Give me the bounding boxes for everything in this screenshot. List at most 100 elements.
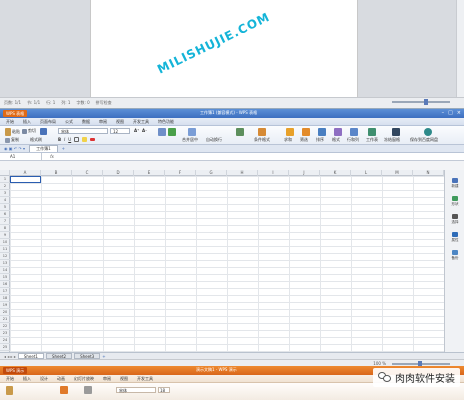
row-header[interactable]: 25 (0, 344, 10, 351)
fx-icon[interactable]: fx (42, 154, 62, 159)
shrink-font-button[interactable]: A⁻ (142, 128, 147, 133)
name-box[interactable]: A1 (0, 153, 42, 160)
spreadsheet-grid[interactable]: A B C D E F G H I J K L M N 1 2 3 4 5 6 … (0, 170, 444, 352)
conditional-format-button[interactable]: 条件格式 (254, 137, 270, 143)
filter-button[interactable]: 筛选 (300, 137, 308, 143)
row-header[interactable]: 21 (0, 316, 10, 323)
formula-input[interactable] (62, 153, 464, 160)
p-menu-slideshow[interactable]: 幻灯片放映 (74, 376, 94, 382)
menu-features[interactable]: 特色功能 (158, 119, 174, 125)
find-icon[interactable] (392, 128, 400, 136)
bold-icon[interactable]: B (58, 137, 61, 142)
menu-review[interactable]: 审阅 (99, 119, 107, 125)
row-header[interactable]: 17 (0, 288, 10, 295)
font-name-select[interactable]: 宋体 (58, 128, 108, 134)
p-slide-icon[interactable] (60, 386, 68, 394)
row-header[interactable]: 18 (0, 295, 10, 302)
status-spellcheck[interactable]: 拼写检查 (96, 100, 112, 106)
underline-icon[interactable]: U (68, 137, 71, 142)
panel-select[interactable]: 选择 (447, 214, 463, 225)
auto-wrap-button[interactable]: 自动换行 (206, 137, 222, 143)
row-header[interactable]: 5 (0, 204, 10, 211)
row-header[interactable]: 11 (0, 246, 10, 253)
p-menu-animation[interactable]: 动画 (57, 376, 65, 382)
italic-icon[interactable]: I (64, 137, 65, 142)
close-icon[interactable]: × (457, 110, 461, 116)
sum-icon[interactable] (286, 128, 294, 136)
p-menu-insert[interactable]: 插入 (23, 376, 31, 382)
font-color-icon[interactable] (90, 138, 96, 141)
sheet-nav-icons[interactable]: ◂ ◂ ▸ ▸ (4, 354, 16, 359)
menu-formulas[interactable]: 公式 (65, 119, 73, 125)
align-icon[interactable] (158, 128, 166, 136)
row-header[interactable]: 8 (0, 225, 10, 232)
panel-backup[interactable]: 备份 (447, 250, 463, 261)
fill-color-icon[interactable] (82, 137, 88, 142)
menu-page-layout[interactable]: 页面布局 (40, 119, 56, 125)
worksheet-button[interactable]: 工作表 (366, 137, 378, 143)
document-page[interactable] (90, 0, 358, 97)
selected-cell-a1[interactable] (10, 176, 41, 183)
menu-view[interactable]: 视图 (116, 119, 124, 125)
row-header[interactable]: 22 (0, 323, 10, 330)
panel-properties[interactable]: 属性 (447, 232, 463, 243)
writer-zoom-knob[interactable] (424, 99, 428, 105)
sort-icon[interactable] (318, 128, 326, 136)
row-header[interactable]: 13 (0, 260, 10, 267)
menu-data[interactable]: 数据 (82, 119, 90, 125)
merge-icon[interactable] (168, 128, 176, 136)
sum-button[interactable]: 求和 (284, 137, 292, 143)
worksheet-icon[interactable] (368, 128, 376, 136)
p-font-size-select[interactable]: 18 (158, 387, 170, 393)
rows-cols-icon[interactable] (350, 128, 358, 136)
menu-home[interactable]: 开始 (6, 119, 14, 125)
p-menu-developer[interactable]: 开发工具 (137, 376, 153, 382)
row-header[interactable]: 3 (0, 190, 10, 197)
format-painter-label[interactable]: 格式刷 (30, 137, 42, 143)
cell-area[interactable] (10, 176, 444, 352)
row-header[interactable]: 23 (0, 330, 10, 337)
save-cloud-button[interactable]: 保存到百度网盘 (410, 137, 438, 143)
p-menu-design[interactable]: 设计 (40, 376, 48, 382)
number-format-icon[interactable] (236, 128, 244, 136)
border-icon[interactable] (74, 137, 80, 142)
grow-font-button[interactable]: A⁺ (134, 128, 139, 133)
row-header[interactable]: 14 (0, 267, 10, 274)
cut-button[interactable]: 剪切 (22, 128, 36, 134)
freeze-button[interactable]: 冻结窗格 (384, 137, 400, 143)
row-header[interactable]: 24 (0, 337, 10, 344)
wps-presentation-app-button[interactable]: WPS 演示 (3, 367, 28, 374)
row-header[interactable]: 20 (0, 309, 10, 316)
row-header[interactable]: 10 (0, 239, 10, 246)
p-menu-review[interactable]: 审阅 (103, 376, 111, 382)
conditional-format-icon[interactable] (258, 128, 266, 136)
row-header[interactable]: 19 (0, 302, 10, 309)
row-header[interactable]: 4 (0, 197, 10, 204)
vertical-scrollbar[interactable] (456, 0, 464, 97)
font-size-select[interactable]: 12 (110, 128, 130, 134)
wrap-text-icon[interactable] (188, 128, 196, 136)
p-menu-home[interactable]: 开始 (6, 376, 14, 382)
cloud-icon[interactable] (424, 128, 432, 136)
add-sheet-icon[interactable]: + (102, 354, 105, 359)
p-paste-icon[interactable] (6, 386, 13, 395)
panel-shape[interactable]: 形状 (447, 196, 463, 207)
maximize-icon[interactable]: □ (448, 110, 453, 116)
panel-new[interactable]: 新建 (447, 178, 463, 189)
sort-button[interactable]: 排序 (316, 137, 324, 143)
p-layout-icon[interactable] (84, 386, 92, 394)
row-header[interactable]: 1 (0, 176, 10, 183)
new-tab-icon[interactable]: + (62, 146, 65, 151)
menu-insert[interactable]: 插入 (23, 119, 31, 125)
format-button[interactable]: 格式 (332, 137, 340, 143)
filter-icon[interactable] (302, 128, 310, 136)
wps-spreadsheet-app-button[interactable]: WPS 表格 (3, 110, 28, 117)
row-header[interactable]: 12 (0, 253, 10, 260)
row-header[interactable]: 15 (0, 274, 10, 281)
p-menu-view[interactable]: 视图 (120, 376, 128, 382)
copy-button[interactable]: 复制 (5, 137, 19, 143)
doc-tab-workbook1[interactable]: 工作簿1 (29, 145, 58, 152)
p-font-name-select[interactable]: 宋体 (116, 387, 156, 393)
merge-center-button[interactable]: 合并居中 (182, 137, 198, 143)
row-header[interactable]: 7 (0, 218, 10, 225)
